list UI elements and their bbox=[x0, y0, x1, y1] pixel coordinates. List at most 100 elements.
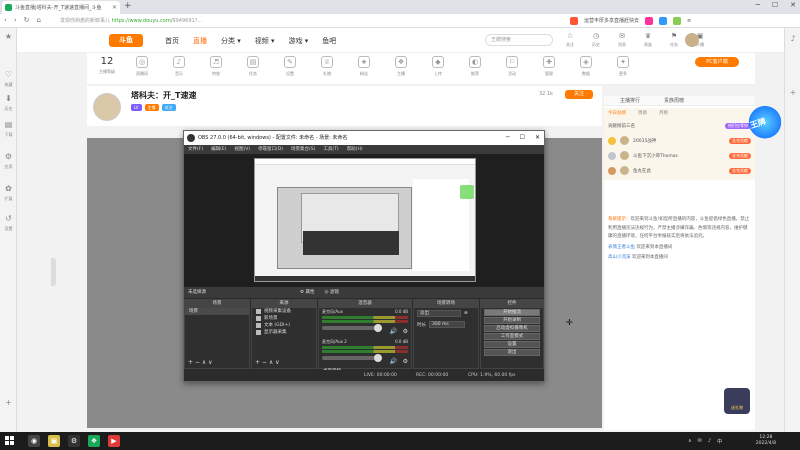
obs-preview[interactable] bbox=[184, 154, 544, 287]
source-item[interactable]: 视频采集设备 bbox=[252, 308, 316, 315]
source-item[interactable]: 新场景 bbox=[252, 315, 316, 322]
nav-yuba[interactable]: 鱼吧 bbox=[322, 36, 336, 46]
forward-icon[interactable]: › bbox=[14, 16, 17, 24]
taskbar-app-icon[interactable]: ▣ bbox=[48, 435, 60, 447]
url-input[interactable]: 发现你熟悉的新鲜事儿 https://www.douyu.com/9949691… bbox=[60, 16, 500, 26]
extension-icon[interactable] bbox=[645, 17, 654, 25]
list-icon[interactable]: ▤ bbox=[4, 120, 13, 129]
nav-home[interactable]: 首页 bbox=[165, 36, 179, 46]
new-tab-button[interactable]: + bbox=[124, 1, 132, 12]
site-logo[interactable]: 斗鱼 bbox=[109, 34, 143, 47]
follow-button[interactable]: ☆ 关注 bbox=[562, 32, 578, 48]
mascot-icon[interactable]: 王牌 bbox=[747, 106, 783, 142]
speaker-icon[interactable]: 🔊 bbox=[390, 328, 397, 335]
history-button[interactable]: ◷ 历史 bbox=[588, 32, 604, 48]
volume-slider[interactable] bbox=[322, 324, 382, 332]
slider-knob[interactable] bbox=[374, 354, 382, 362]
tool-item[interactable]: ✎ 设置 bbox=[275, 56, 305, 77]
tool-item[interactable]: ✚ 管理 bbox=[534, 56, 564, 77]
search-input[interactable]: 王牌搜索 bbox=[485, 34, 553, 46]
sources-footer-buttons[interactable]: + − ∧ ∨ bbox=[255, 359, 280, 366]
back-icon[interactable]: ‹ bbox=[4, 16, 7, 24]
settings-button[interactable]: 设置 bbox=[484, 341, 540, 348]
start-recording-button[interactable]: 开始录制 bbox=[484, 317, 540, 324]
obs-menu-item[interactable]: 场景集合(S) bbox=[291, 145, 315, 154]
tray-mail-icon[interactable]: ✉ bbox=[698, 438, 702, 445]
rank-tab-today[interactable]: 今日总榜 bbox=[608, 110, 626, 116]
taskbar-app-icon[interactable]: ⚙ bbox=[68, 435, 80, 447]
undo-icon[interactable]: ↺ bbox=[4, 214, 13, 223]
taskbar-app-icon[interactable]: ❖ bbox=[88, 435, 100, 447]
source-item[interactable]: 文本 (GDI+) bbox=[252, 322, 316, 329]
nav-video[interactable]: 视频 ▾ bbox=[255, 36, 275, 46]
tray-ime-icon[interactable]: 中 bbox=[717, 438, 722, 445]
tool-item[interactable]: ▤ 任务 bbox=[238, 56, 268, 77]
anchor-level[interactable]: 12 主播等级 bbox=[91, 56, 123, 75]
start-streaming-button[interactable]: 开始推流 bbox=[484, 309, 540, 316]
plus-icon[interactable]: + bbox=[788, 88, 798, 97]
tool-item[interactable]: ❖ 主播 bbox=[386, 56, 416, 77]
tab-noble-rank[interactable]: 贵族周榜 bbox=[664, 96, 684, 105]
rank-row[interactable]: 鱼丸在此 去充贡献 bbox=[604, 163, 755, 178]
transition-select[interactable]: 淡出 bbox=[417, 310, 461, 317]
obs-menu-item[interactable]: 停靠窗口(D) bbox=[258, 145, 283, 154]
tab-close-icon[interactable]: ✕ bbox=[112, 4, 117, 11]
menu-icon[interactable]: ≡ bbox=[687, 16, 691, 26]
subscribe-button[interactable]: 关注 bbox=[565, 90, 593, 99]
scene-item[interactable]: 场景 bbox=[185, 308, 249, 315]
slider-knob[interactable] bbox=[374, 324, 382, 332]
exit-button[interactable]: 退出 bbox=[484, 349, 540, 356]
rank-row[interactable]: 斗鱼下沉小哥Thomas 去充贡献 bbox=[604, 148, 755, 163]
obs-close-button[interactable]: ✕ bbox=[535, 131, 540, 145]
tray-volume-icon[interactable]: ♪ bbox=[708, 438, 711, 445]
minimize-button[interactable]: ─ bbox=[756, 1, 760, 9]
virtual-camera-button[interactable]: 启动虚拟摄像机 bbox=[484, 325, 540, 332]
gear-icon[interactable]: ⚙ bbox=[403, 328, 408, 335]
star-icon[interactable]: ★ bbox=[4, 32, 13, 41]
maximize-button[interactable]: ☐ bbox=[772, 1, 778, 9]
tool-item[interactable]: ♪ 音乐 bbox=[164, 56, 194, 77]
flower-icon[interactable]: ✿ bbox=[4, 184, 13, 193]
duration-input[interactable]: 300 ms bbox=[429, 321, 465, 328]
download-icon[interactable]: ⬇ bbox=[4, 94, 13, 103]
user-avatar[interactable] bbox=[685, 33, 699, 47]
tool-item[interactable]: ◈ 数据 bbox=[571, 56, 601, 77]
tray-up-icon[interactable]: ∧ bbox=[688, 438, 692, 445]
speaker-icon[interactable]: 🔊 bbox=[390, 358, 397, 365]
badge-follow[interactable]: 关注 bbox=[161, 104, 176, 111]
add-icon[interactable]: + bbox=[4, 398, 13, 407]
tool-item[interactable]: ✦ 更多 bbox=[608, 56, 638, 77]
gear-icon[interactable]: ⚙ bbox=[4, 152, 13, 161]
obs-menu-item[interactable]: 帮助(H) bbox=[347, 145, 363, 154]
promo-text[interactable]: 运营丰厚多享直播赶快去 bbox=[584, 16, 639, 26]
obs-menu-item[interactable]: 工具(T) bbox=[323, 145, 338, 154]
studio-mode-button[interactable]: 工作室模式 bbox=[484, 333, 540, 340]
taskbar-app-icon[interactable]: ▶ bbox=[108, 435, 120, 447]
rank-tab-month[interactable]: 月榜 bbox=[659, 110, 668, 116]
nav-games[interactable]: 游戏 ▾ bbox=[289, 36, 309, 46]
refresh-icon[interactable]: ↻ bbox=[24, 16, 30, 24]
clock[interactable]: 12:28 2022/4/8 bbox=[756, 435, 776, 447]
obs-menu-item[interactable]: 视图(V) bbox=[234, 145, 250, 154]
properties-button[interactable]: ⚙ 属性 bbox=[300, 287, 314, 298]
home-icon[interactable]: ⌂ bbox=[37, 16, 41, 24]
collapse-handle[interactable] bbox=[51, 258, 56, 286]
filters-button[interactable]: ◎ 滤镜 bbox=[324, 287, 338, 298]
task-button[interactable]: ⚑ 任务 bbox=[666, 32, 682, 48]
taskbar-app-icon[interactable]: ◉ bbox=[28, 435, 40, 447]
source-item[interactable]: 显示器采集 bbox=[252, 329, 316, 336]
message-button[interactable]: ✉ 消息 bbox=[614, 32, 630, 48]
obs-minimize-button[interactable]: ─ bbox=[506, 131, 510, 145]
heart-icon[interactable]: ♡ bbox=[4, 70, 13, 79]
tool-item[interactable]: ♬ 特效 bbox=[201, 56, 231, 77]
tool-item[interactable]: ♕ 礼物 bbox=[312, 56, 342, 77]
close-button[interactable]: ✕ bbox=[790, 1, 796, 9]
tool-item[interactable]: ◐ 推荐 bbox=[460, 56, 490, 77]
gift-box-icon[interactable]: 送礼物 bbox=[724, 388, 750, 414]
windows-start-icon[interactable] bbox=[5, 436, 15, 446]
add-icon[interactable]: ⊕ bbox=[464, 311, 468, 316]
bookmark-icon[interactable] bbox=[659, 17, 668, 25]
tab-anchor-rank[interactable]: 主播排行 bbox=[620, 96, 640, 105]
browser-tab[interactable]: 斗鱼直播|塔科夫-开_T速速直播间_斗鱼 ✕ bbox=[2, 1, 120, 14]
scenes-footer-buttons[interactable]: + − ∧ ∨ bbox=[188, 359, 213, 366]
